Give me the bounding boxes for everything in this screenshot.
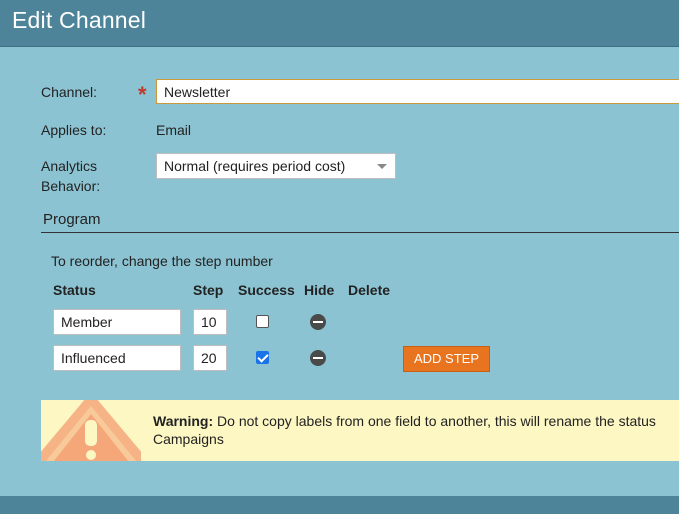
hide-minus-icon-row-1[interactable] xyxy=(310,314,326,330)
applies-to-value: Email xyxy=(156,122,192,138)
program-section-title: Program xyxy=(43,211,101,228)
reorder-hint: To reorder, change the step number xyxy=(51,253,273,269)
warning-text-line1: Do not copy labels from one field to ano… xyxy=(213,413,656,429)
success-checkbox-row-1[interactable] xyxy=(256,315,269,328)
hide-minus-icon-row-2[interactable] xyxy=(310,350,326,366)
dialog-footer-bar xyxy=(0,496,679,514)
channel-name-input[interactable] xyxy=(156,79,679,104)
dialog-title: Edit Channel xyxy=(12,7,147,33)
warning-label: Warning: xyxy=(153,413,214,429)
step-input-row-2[interactable] xyxy=(193,345,227,371)
warning-triangle-icon xyxy=(41,400,141,461)
required-asterisk-icon: * xyxy=(138,82,147,107)
section-divider xyxy=(41,232,679,233)
column-header-hide: Hide xyxy=(304,282,335,298)
analytics-behavior-selected-value: Normal (requires period cost) xyxy=(164,158,346,174)
column-header-delete: Delete xyxy=(348,282,391,298)
success-checkbox-row-2[interactable] xyxy=(256,351,269,364)
status-input-row-1[interactable] xyxy=(53,309,181,335)
chevron-down-icon xyxy=(377,164,387,169)
channel-label: Channel: xyxy=(41,84,98,100)
analytics-behavior-select[interactable]: Normal (requires period cost) xyxy=(156,153,396,179)
dialog-title-bar: Edit Channel xyxy=(0,0,679,47)
analytics-behavior-label-line2: Behavior: xyxy=(41,178,101,194)
analytics-behavior-label-line1: Analytics xyxy=(41,158,98,174)
warning-message: Warning: Do not copy labels from one fie… xyxy=(153,412,679,448)
step-input-row-1[interactable] xyxy=(193,309,227,335)
column-header-success: Success xyxy=(238,282,295,298)
column-header-step: Step xyxy=(193,282,224,298)
add-step-button[interactable]: ADD STEP xyxy=(403,346,490,372)
status-input-row-2[interactable] xyxy=(53,345,181,371)
applies-to-label: Applies to: xyxy=(41,122,107,138)
column-header-status: Status xyxy=(53,282,96,298)
warning-text-line2: Campaigns xyxy=(153,431,224,447)
warning-banner: Warning: Do not copy labels from one fie… xyxy=(41,400,679,461)
